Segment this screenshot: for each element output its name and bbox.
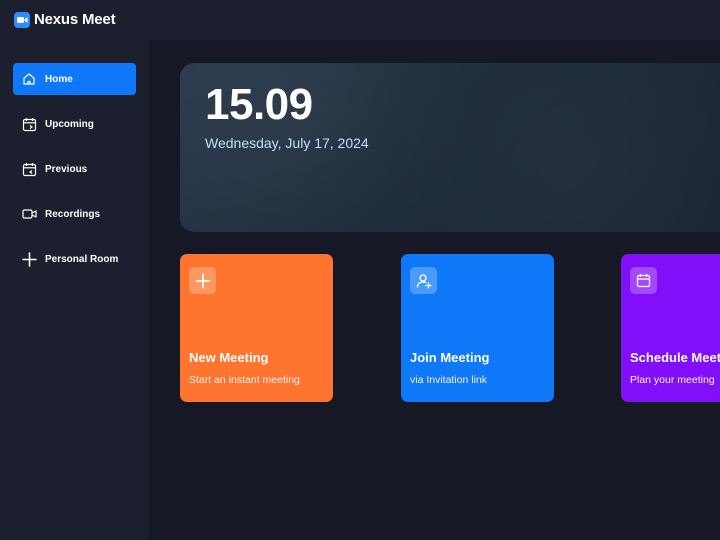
card-title: Schedule Meeting (630, 350, 720, 365)
calendar-upcoming-icon (21, 116, 37, 132)
card-subtitle: Start an instant meeting (189, 374, 300, 386)
sidebar-item-previous[interactable]: Previous (13, 153, 136, 185)
hero-banner: 15.09 Wednesday, July 17, 2024 (180, 63, 720, 232)
current-date: Wednesday, July 17, 2024 (205, 135, 369, 151)
card-subtitle: via Invitation link (410, 374, 488, 386)
card-subtitle: Plan your meeting (630, 374, 715, 386)
video-recording-icon (21, 206, 37, 222)
brand[interactable]: Nexus Meet (14, 11, 116, 28)
sidebar-item-label: Recordings (45, 208, 101, 220)
join-meeting-card[interactable]: Join Meeting via Invitation link (401, 254, 554, 402)
sidebar: Home Upcoming Previous Recordings Person… (0, 40, 149, 540)
video-camera-icon (14, 11, 30, 28)
calendar-previous-icon (21, 161, 37, 177)
sidebar-item-personal-room[interactable]: Personal Room (13, 243, 136, 275)
card-title: Join Meeting (410, 350, 490, 365)
user-add-icon (410, 267, 437, 294)
sidebar-item-home[interactable]: Home (13, 63, 136, 95)
current-time: 15.09 (205, 80, 313, 129)
sidebar-item-recordings[interactable]: Recordings (13, 198, 136, 230)
main-content: 15.09 Wednesday, July 17, 2024 New Meeti… (149, 40, 720, 540)
sidebar-item-label: Previous (45, 163, 88, 175)
schedule-meeting-card[interactable]: Schedule Meeting Plan your meeting (621, 254, 720, 402)
top-bar: Nexus Meet (0, 0, 720, 40)
card-title: New Meeting (189, 350, 269, 365)
plus-icon (21, 251, 37, 267)
sidebar-item-upcoming[interactable]: Upcoming (13, 108, 136, 140)
sidebar-item-label: Personal Room (45, 253, 119, 265)
sidebar-item-label: Home (45, 73, 73, 85)
sidebar-item-label: Upcoming (45, 118, 94, 130)
plus-icon (189, 267, 216, 294)
app-title: Nexus Meet (34, 11, 116, 28)
calendar-icon (630, 267, 657, 294)
home-icon (21, 71, 37, 87)
new-meeting-card[interactable]: New Meeting Start an instant meeting (180, 254, 333, 402)
